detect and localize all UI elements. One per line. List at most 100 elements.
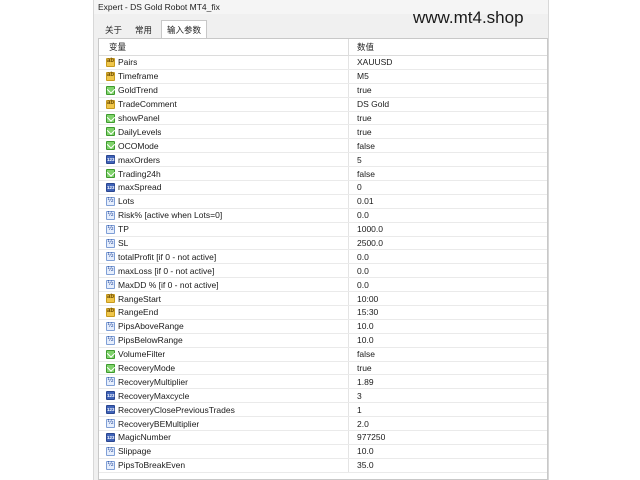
string-type-icon <box>106 307 115 317</box>
double-type-icon <box>106 280 115 290</box>
value-cell[interactable]: 5 <box>349 153 547 166</box>
inputs-table: 变量 数值 Pairs XAUUSD Timeframe M5 GoldTrend tru… <box>98 38 548 480</box>
variable-name: showPanel <box>118 113 160 123</box>
value-cell[interactable]: 10.0 <box>349 334 547 347</box>
value-cell[interactable]: false <box>349 139 547 152</box>
table-row[interactable]: MaxDD % [if 0 - not active] 0.0 <box>99 278 547 293</box>
variable-name: Trading24h <box>118 168 161 179</box>
variable-cell: RecoveryMode <box>99 361 349 375</box>
table-row[interactable]: RecoveryBEMultiplier 2.0 <box>99 417 547 432</box>
table-row[interactable]: totalProfit [if 0 - not active] 0.0 <box>99 250 547 265</box>
tab-inputs[interactable]: 输入参数 <box>161 20 208 39</box>
table-row[interactable]: PipsBelowRange 10.0 <box>99 333 547 348</box>
value-cell[interactable]: 10.0 <box>349 320 547 333</box>
table-row[interactable]: Timeframe M5 <box>99 69 547 84</box>
value-cell[interactable]: 1.89 <box>349 375 547 388</box>
variable-cell: TP <box>99 222 349 236</box>
table-row[interactable]: RecoveryMode true <box>99 361 547 376</box>
value-cell[interactable]: XAUUSD <box>349 56 547 69</box>
table-row[interactable]: RecoveryMaxcycle 3 <box>99 389 547 404</box>
value-cell[interactable]: 10.0 <box>349 445 547 458</box>
table-row[interactable]: SL 2500.0 <box>99 236 547 251</box>
table-row[interactable]: Trading24h false <box>99 167 547 182</box>
table-row[interactable]: RecoveryMultiplier 1.89 <box>99 375 547 390</box>
variable-name: GoldTrend <box>118 85 158 96</box>
variable-cell: RangeEnd <box>99 306 349 319</box>
variable-cell: PipsToBreakEven <box>99 458 349 472</box>
variable-cell: RecoveryMaxcycle <box>99 389 349 403</box>
table-row[interactable]: OCOMode false <box>99 139 547 154</box>
value-cell[interactable]: 0.0 <box>349 264 547 277</box>
value-cell[interactable]: true <box>349 362 547 375</box>
variable-name: VolumeFilter <box>118 349 166 360</box>
variable-name: Timeframe <box>118 71 159 82</box>
variable-name: PipsBelowRange <box>118 335 183 346</box>
variable-cell: VolumeFilter <box>99 347 349 361</box>
value-cell[interactable]: 977250 <box>349 431 547 444</box>
double-type-icon <box>106 266 115 276</box>
value-cell[interactable]: 2500.0 <box>349 237 547 250</box>
variable-name: Risk% [active when Lots=0] <box>118 210 223 221</box>
value-cell[interactable]: 35.0 <box>349 459 547 472</box>
variable-cell: TradeComment <box>99 97 349 111</box>
variable-cell: Risk% [active when Lots=0] <box>99 208 349 222</box>
table-row[interactable]: MagicNumber 977250 <box>99 431 547 445</box>
table-row[interactable]: maxOrders 5 <box>99 153 547 168</box>
variable-name: TradeComment <box>118 99 177 110</box>
value-cell[interactable]: 10:00 <box>349 292 547 305</box>
variable-name: DailyLevels <box>118 126 162 137</box>
value-cell[interactable]: 0 <box>349 181 547 194</box>
value-cell[interactable]: 0.0 <box>349 250 547 263</box>
value-cell[interactable]: 15:30 <box>349 306 547 319</box>
table-row[interactable]: RangeStart 10:00 <box>99 292 547 307</box>
variable-cell: RangeStart <box>99 292 349 306</box>
double-type-icon <box>106 224 115 234</box>
table-row[interactable]: PipsAboveRange 10.0 <box>99 319 547 334</box>
table-row[interactable]: Lots 0.01 <box>99 194 547 209</box>
table-row[interactable]: showPanel true <box>99 111 547 126</box>
table-row[interactable]: maxLoss [if 0 - not active] 0.0 <box>99 264 547 279</box>
value-cell[interactable]: true <box>349 125 547 138</box>
table-row[interactable]: Pairs XAUUSD <box>99 56 547 70</box>
value-cell[interactable]: true <box>349 84 547 97</box>
variable-name: maxLoss [if 0 - not active] <box>118 265 215 276</box>
value-cell[interactable]: 0.0 <box>349 278 547 291</box>
tab-common[interactable]: 常用 <box>129 22 158 38</box>
string-type-icon <box>106 99 115 109</box>
variable-name: Pairs <box>118 57 138 68</box>
value-cell[interactable]: M5 <box>349 70 547 83</box>
variable-cell: PipsAboveRange <box>99 319 349 333</box>
table-row[interactable]: GoldTrend true <box>99 83 547 98</box>
variable-cell: totalProfit [if 0 - not active] <box>99 250 349 264</box>
bool-type-icon <box>106 113 115 123</box>
double-type-icon <box>106 419 115 429</box>
double-type-icon <box>106 252 115 262</box>
variable-name: MagicNumber <box>118 432 171 443</box>
value-cell[interactable]: false <box>349 348 547 361</box>
value-cell[interactable]: true <box>349 112 547 125</box>
value-cell[interactable]: 1000.0 <box>349 223 547 236</box>
value-cell[interactable]: DS Gold <box>349 98 547 111</box>
value-cell[interactable]: 2.0 <box>349 417 547 430</box>
table-row[interactable]: DailyLevels true <box>99 125 547 140</box>
string-type-icon <box>106 57 115 67</box>
table-row[interactable]: RecoveryClosePreviousTrades 1 <box>99 403 547 418</box>
column-header-value[interactable]: 数值 <box>349 39 547 55</box>
value-cell[interactable]: 0.01 <box>349 195 547 208</box>
tab-about[interactable]: 关于 <box>99 22 128 38</box>
value-cell[interactable]: 0.0 <box>349 209 547 222</box>
value-cell[interactable]: 1 <box>349 403 547 416</box>
variable-name: OCOMode <box>118 140 159 151</box>
table-row[interactable]: maxSpread 0 <box>99 181 547 195</box>
variable-cell: maxOrders <box>99 153 349 167</box>
table-row[interactable]: Risk% [active when Lots=0] 0.0 <box>99 208 547 223</box>
table-row[interactable]: TradeComment DS Gold <box>99 97 547 112</box>
value-cell[interactable]: 3 <box>349 389 547 402</box>
value-cell[interactable]: false <box>349 167 547 180</box>
table-row[interactable]: PipsToBreakEven 35.0 <box>99 458 547 473</box>
table-row[interactable]: VolumeFilter false <box>99 347 547 362</box>
table-row[interactable]: RangeEnd 15:30 <box>99 306 547 320</box>
column-header-variable[interactable]: 变量 <box>99 39 349 55</box>
table-row[interactable]: TP 1000.0 <box>99 222 547 237</box>
table-row[interactable]: Slippage 10.0 <box>99 444 547 459</box>
